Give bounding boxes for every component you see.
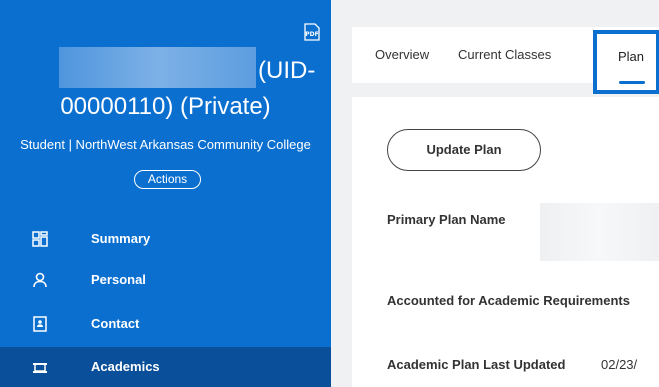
sidebar-item-label: Summary xyxy=(91,231,151,246)
person-icon xyxy=(33,272,47,288)
plan-panel: Update Plan Primary Plan Name Accounted … xyxy=(352,97,659,387)
tab-plan-label: Plan xyxy=(618,49,645,64)
academics-icon xyxy=(33,363,47,373)
sidebar-item-contact[interactable]: Contact xyxy=(0,304,331,344)
accounted-requirements-label: Accounted for Academic Requirements xyxy=(387,293,630,308)
pdf-icon[interactable]: PDF xyxy=(304,23,320,41)
sidebar-item-label: Personal xyxy=(91,272,146,287)
tab-overview[interactable]: Overview xyxy=(375,47,429,63)
redacted-plan-name xyxy=(540,203,659,261)
sidebar-item-academics[interactable]: Academics xyxy=(0,347,331,387)
contact-card-icon xyxy=(33,316,47,332)
uid-text-line2: 00000110) (Private) xyxy=(60,93,271,120)
last-updated-label: Academic Plan Last Updated xyxy=(387,357,566,372)
sidebar-item-personal[interactable]: Personal xyxy=(0,260,331,300)
tab-current-classes[interactable]: Current Classes xyxy=(458,47,551,63)
sidebar-item-label: Contact xyxy=(91,316,140,331)
redacted-name xyxy=(59,47,256,88)
sidebar-item-label: Academics xyxy=(91,359,160,374)
svg-text:PDF: PDF xyxy=(305,31,318,38)
primary-plan-name-label: Primary Plan Name xyxy=(387,212,506,227)
active-tab-indicator xyxy=(619,81,645,84)
last-updated-value: 02/23/ xyxy=(601,357,638,372)
uid-text-line1: (UID- xyxy=(258,57,316,84)
actions-button[interactable]: Actions xyxy=(134,170,201,189)
sidebar-item-summary[interactable]: Summary xyxy=(0,219,331,259)
tab-plan[interactable]: Plan xyxy=(593,30,659,94)
profile-sidebar: PDF (UID- 00000110) (Private) Student | … xyxy=(0,0,331,387)
update-plan-button[interactable]: Update Plan xyxy=(387,129,541,171)
student-role-text: Student | NorthWest Arkansas Community C… xyxy=(20,137,311,152)
main-content: Overview Current Classes Plan Update Pla… xyxy=(331,0,659,387)
summary-grid-icon xyxy=(32,231,48,247)
